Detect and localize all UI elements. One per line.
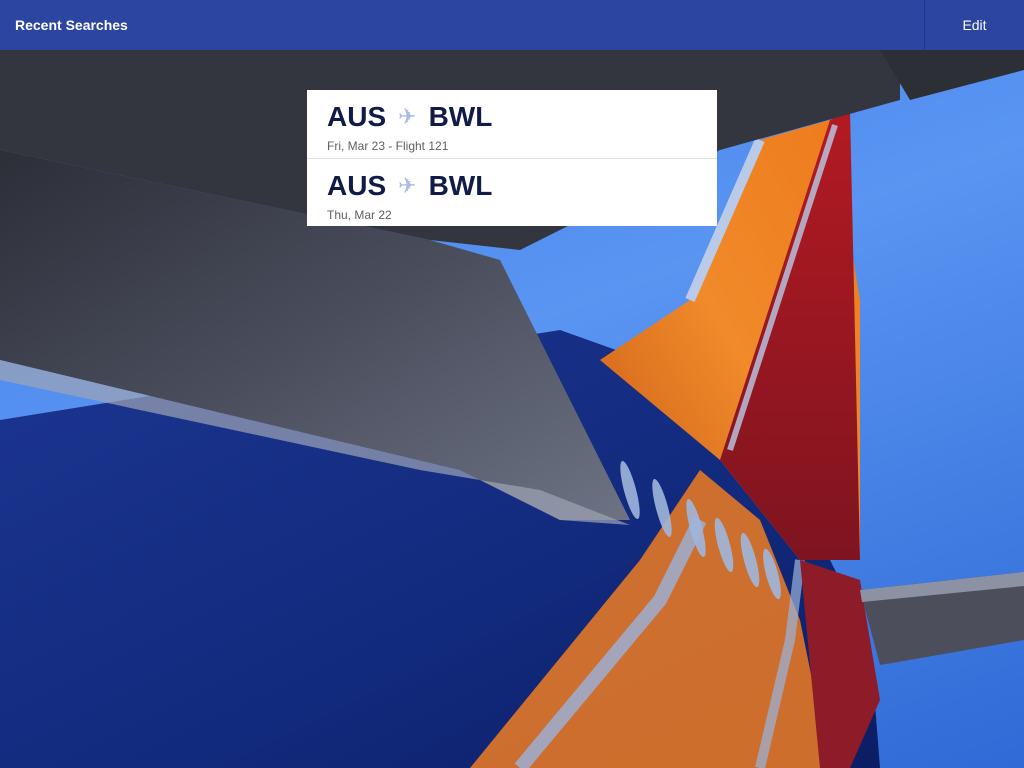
recent-search-item[interactable]: AUS ✈ BWL Thu, Mar 22 xyxy=(307,158,717,226)
search-detail: Fri, Mar 23 - Flight 121 xyxy=(327,139,449,153)
recent-search-item[interactable]: AUS ✈ BWL Fri, Mar 23 - Flight 121 xyxy=(307,90,717,158)
search-detail: Thu, Mar 22 xyxy=(327,208,392,222)
edit-button[interactable]: Edit xyxy=(924,0,1024,50)
header-bar: Recent Searches Edit xyxy=(0,0,1024,50)
app-screen: Recent Searches Edit AUS ✈ BWL Fri, Mar … xyxy=(0,0,1024,768)
recent-searches-list: AUS ✈ BWL Fri, Mar 23 - Flight 121 AUS ✈… xyxy=(307,90,717,226)
plane-icon: ✈ xyxy=(398,173,417,199)
destination-code: BWL xyxy=(428,170,493,201)
origin-code: AUS xyxy=(327,170,387,201)
origin-code: AUS xyxy=(327,101,387,132)
destination-code: BWL xyxy=(428,101,493,132)
route: AUS ✈ BWL xyxy=(327,90,697,133)
route: AUS ✈ BWL xyxy=(327,159,697,202)
page-title: Recent Searches xyxy=(15,17,128,33)
plane-icon: ✈ xyxy=(398,104,417,130)
